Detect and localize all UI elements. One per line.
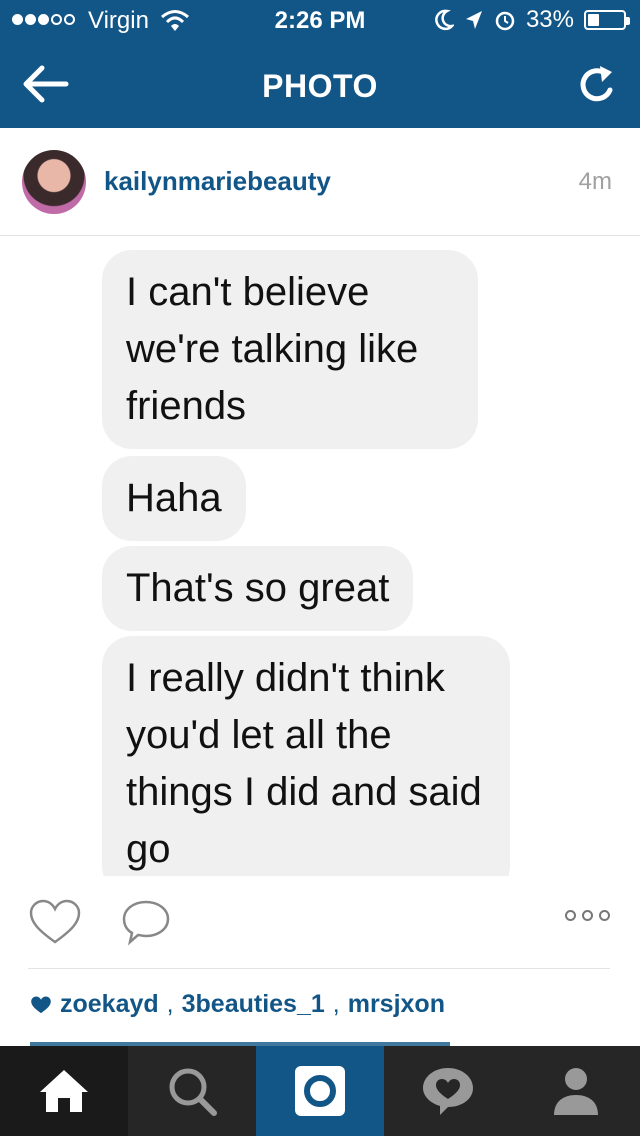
activity-icon	[423, 1068, 473, 1115]
location-arrow-icon	[465, 11, 482, 29]
post-username[interactable]: kailynmariebeauty	[104, 166, 331, 197]
post-actions	[0, 876, 640, 968]
profile-icon	[554, 1068, 598, 1115]
likes-line: zoekayd, 3beauties_1, mrsjxon	[30, 990, 445, 1019]
tab-bar	[0, 1046, 640, 1136]
search-icon	[169, 1068, 217, 1116]
home-icon	[40, 1070, 88, 1112]
more-options-button[interactable]	[565, 910, 610, 921]
avatar[interactable]	[22, 150, 86, 214]
chat-bubble: Haha	[102, 456, 246, 541]
page-title: PHOTO	[262, 68, 378, 104]
post-photo[interactable]: I can't believe we're talking like frien…	[0, 236, 640, 876]
tab-profile[interactable]	[512, 1046, 640, 1136]
chat-bubble: That's so great	[102, 546, 414, 631]
navigation-bar: PHOTO	[0, 40, 640, 128]
chat-bubble: I really didn't think you'd let all the …	[102, 636, 510, 876]
like-user-link[interactable]: mrsjxon	[348, 990, 445, 1019]
battery-percent: 33%	[525, 6, 574, 33]
heart-icon[interactable]	[28, 898, 82, 946]
comment-icon[interactable]	[120, 898, 172, 946]
like-user-link[interactable]: zoekayd	[60, 990, 159, 1019]
top-bar: Virgin 2:26 PM 33% PHOTO	[0, 0, 640, 128]
status-right: 33%	[434, 6, 630, 34]
like-user-link[interactable]: 3beauties_1	[182, 990, 325, 1019]
chat-bubble: I can't believe we're talking like frien…	[102, 250, 478, 449]
tab-camera[interactable]	[256, 1046, 384, 1136]
tab-activity[interactable]	[384, 1046, 512, 1136]
battery-icon	[584, 10, 630, 30]
battery-level	[588, 14, 599, 26]
heart-filled-icon	[31, 995, 51, 1013]
refresh-icon[interactable]	[576, 62, 620, 106]
post-timestamp: 4m	[578, 168, 612, 195]
status-bar: Virgin 2:26 PM 33%	[0, 0, 640, 40]
divider	[28, 968, 610, 969]
camera-icon	[295, 1066, 345, 1116]
alarm-icon	[495, 11, 515, 31]
post-header: kailynmariebeauty 4m	[0, 128, 640, 236]
tab-search[interactable]	[128, 1046, 256, 1136]
tab-home[interactable]	[0, 1046, 128, 1136]
moon-icon	[435, 9, 454, 31]
